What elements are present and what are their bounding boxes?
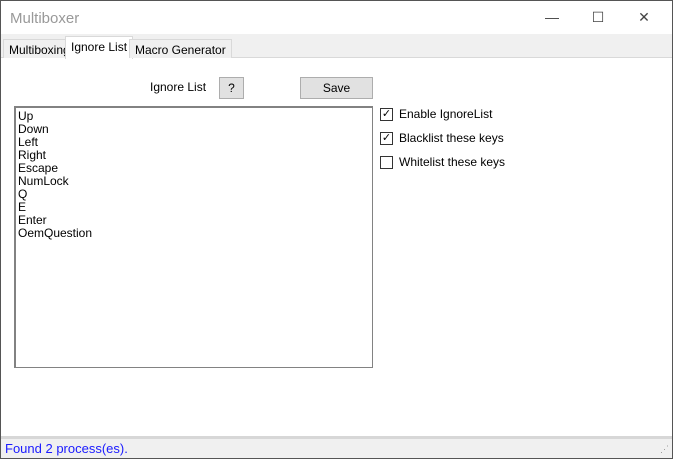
maximize-button[interactable]: ☐ [575, 1, 621, 33]
list-item: Right [18, 148, 47, 162]
list-item: OemQuestion [18, 226, 93, 240]
list-item: NumLock [18, 174, 69, 188]
status-bar: Found 2 process(es). ⋰ [1, 436, 672, 458]
main-window: Multiboxer — ☐ ✕ Multiboxing Ignore List… [0, 0, 673, 459]
close-button[interactable]: ✕ [621, 1, 667, 33]
tab-macro-generator[interactable]: Macro Generator [129, 39, 232, 58]
list-item: Left [18, 135, 39, 149]
tab-strip: Multiboxing Ignore List Macro Generator [1, 34, 672, 59]
checkbox-icon[interactable] [380, 155, 393, 169]
status-text: Found 2 process(es). [5, 441, 128, 456]
list-item: Down [18, 122, 49, 136]
ignore-list-label: Ignore List [150, 80, 207, 94]
ignore-list-textbox[interactable]: Up Down Left Right Escape NumLock Q E Enter OemQu… [14, 106, 373, 368]
checkbox-label: Whitelist these keys [399, 155, 506, 169]
list-item: E [18, 200, 27, 214]
checkbox-icon[interactable]: ✓ [380, 107, 393, 121]
list-item: Q [18, 187, 28, 201]
checkbox-label: Enable IgnoreList [399, 107, 493, 121]
checkbox-label: Blacklist these keys [399, 131, 504, 145]
minimize-button[interactable]: — [529, 1, 575, 33]
checkbox-option[interactable]: Whitelist these keys [380, 155, 505, 169]
window-title: Multiboxer [10, 10, 80, 27]
checkbox-icon[interactable]: ✓ [380, 131, 393, 145]
save-button[interactable]: Save [300, 77, 373, 99]
list-item: Escape [18, 161, 59, 175]
checkbox-option[interactable]: ✓ Enable IgnoreList [380, 107, 492, 121]
tab-ignore-list[interactable]: Ignore List [65, 36, 134, 59]
checkbox-option[interactable]: ✓ Blacklist these keys [380, 131, 504, 145]
list-item: Up [18, 109, 34, 123]
resize-grip-icon[interactable]: ⋰ [660, 444, 669, 455]
help-button[interactable]: ? [219, 77, 244, 99]
